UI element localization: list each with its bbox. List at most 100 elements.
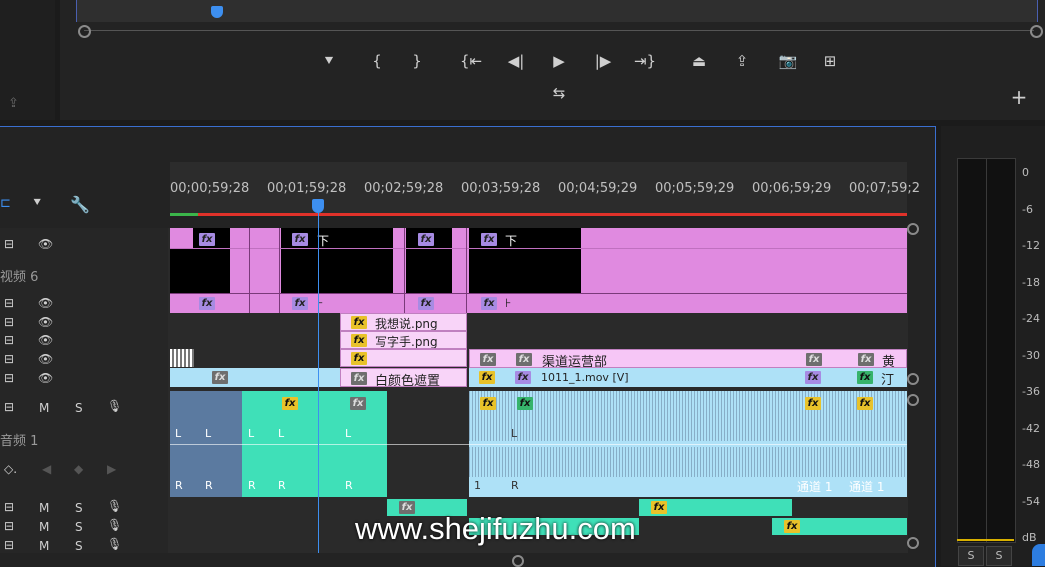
- microphone-icon[interactable]: 🎙: [107, 537, 122, 551]
- scroll-handle[interactable]: [907, 537, 919, 549]
- mark-in-button[interactable]: {: [366, 50, 388, 72]
- snap-icon[interactable]: ⊏: [0, 196, 11, 211]
- mute-button[interactable]: M: [39, 539, 49, 553]
- toggle-sync-a1[interactable]: ⊟: [4, 400, 14, 414]
- fx-badge[interactable]: fx: [350, 397, 366, 410]
- export-frame-button[interactable]: 📷: [777, 50, 799, 72]
- keyframe-toggle-icon[interactable]: ◇.: [4, 462, 17, 476]
- meter-scale-label: -36: [1022, 385, 1040, 398]
- add-button[interactable]: +: [1008, 85, 1030, 109]
- toggle-sync-a3[interactable]: ⊟: [4, 519, 14, 533]
- microphone-icon[interactable]: 🎙: [107, 499, 122, 513]
- channel-label-one: 1: [474, 479, 481, 492]
- fx-badge[interactable]: fx: [481, 297, 497, 310]
- play-button[interactable]: ▶: [548, 50, 570, 72]
- toggle-sync-v3[interactable]: ⊟: [4, 333, 14, 347]
- marker-icon: ⯆: [322, 52, 335, 70]
- fx-badge[interactable]: fx: [857, 397, 873, 410]
- mute-button[interactable]: M: [39, 520, 49, 534]
- v2-graphic-clip[interactable]: fx: [340, 349, 467, 367]
- add-marker-button[interactable]: ⯆: [318, 50, 340, 72]
- scroll-handle-left[interactable]: [78, 25, 91, 38]
- fx-badge[interactable]: fx: [292, 297, 308, 310]
- mask-clip[interactable]: fx 白颜色遮置: [340, 368, 467, 387]
- eye-icon[interactable]: 👁: [38, 237, 53, 251]
- mark-out-button[interactable]: }: [406, 50, 428, 72]
- v1-clips-left[interactable]: fx: [170, 368, 340, 387]
- toggle-sync-v4[interactable]: ⊟: [4, 315, 14, 329]
- mute-button[interactable]: M: [39, 501, 49, 515]
- eye-icon[interactable]: 👁: [38, 296, 53, 310]
- playhead-line[interactable]: [318, 213, 319, 553]
- toggle-sync-v2[interactable]: ⊟: [4, 352, 14, 366]
- scroll-handle[interactable]: [907, 373, 919, 385]
- audio-clip-a2b[interactable]: fx: [639, 499, 792, 516]
- fx-badge: fx: [516, 353, 532, 366]
- mov-clip[interactable]: fx fx 1011_1.mov [V] fx fx 汀: [469, 368, 907, 387]
- fx-badge[interactable]: fx: [418, 297, 434, 310]
- prev-keyframe-icon[interactable]: ◀: [42, 462, 51, 476]
- fx-badge[interactable]: fx: [418, 233, 434, 246]
- eye-icon[interactable]: 👁: [38, 352, 53, 366]
- toggle-sync-a4[interactable]: ⊟: [4, 538, 14, 552]
- png-clip-2[interactable]: fx 写字手.png: [340, 331, 467, 349]
- toggle-sync-v1[interactable]: ⊟: [4, 371, 14, 385]
- channel-label-r: R: [248, 479, 256, 492]
- lift-button[interactable]: ⏏: [688, 50, 710, 72]
- microphone-icon[interactable]: 🎙: [107, 399, 122, 413]
- channel-label-l: L: [278, 427, 285, 440]
- mute-button[interactable]: M: [39, 401, 49, 415]
- eye-icon[interactable]: 👁: [38, 333, 53, 347]
- solo-button[interactable]: S: [75, 539, 83, 553]
- extract-button[interactable]: ⇪: [731, 50, 753, 72]
- time-label: 00;04;59;29: [558, 181, 638, 196]
- fx-badge[interactable]: fx: [199, 297, 215, 310]
- toggle-sync-a2[interactable]: ⊟: [4, 500, 14, 514]
- fx-badge[interactable]: fx: [199, 233, 215, 246]
- fx-badge[interactable]: fx: [292, 233, 308, 246]
- audio-clip-a3b[interactable]: fx: [772, 518, 907, 535]
- step-forward-button[interactable]: |▶: [592, 50, 614, 72]
- channel-label-l: L: [248, 427, 255, 440]
- scroll-handle[interactable]: [907, 223, 919, 235]
- export-icon[interactable]: ⇪: [8, 96, 26, 111]
- horizontal-scroll-handle[interactable]: [512, 555, 524, 567]
- png-clip-1[interactable]: fx 我想说.png: [340, 313, 467, 331]
- fx-badge: fx: [806, 353, 822, 366]
- channel-clip[interactable]: fx fx 渠道运营部 fx fx 黄: [469, 349, 907, 368]
- insert-button[interactable]: ⊞: [819, 50, 841, 72]
- add-keyframe-icon[interactable]: ◆: [74, 462, 83, 476]
- work-area-start: [170, 213, 198, 216]
- wrench-icon[interactable]: 🔧: [70, 195, 90, 214]
- fx-badge[interactable]: fx: [282, 397, 298, 410]
- fx-badge[interactable]: fx: [480, 397, 496, 410]
- eye-icon[interactable]: 👁: [38, 315, 53, 329]
- eye-icon[interactable]: 👁: [38, 371, 53, 385]
- go-to-out-button[interactable]: ⇥}: [634, 50, 656, 72]
- fx-badge[interactable]: fx: [517, 397, 533, 410]
- add-marker-icon[interactable]: ⯆: [32, 196, 42, 211]
- solo-button[interactable]: S: [75, 401, 83, 415]
- step-back-button[interactable]: ◀|: [505, 50, 527, 72]
- fx-badge[interactable]: fx: [481, 233, 497, 246]
- scroll-handle[interactable]: [907, 394, 919, 406]
- playhead-handle[interactable]: [312, 199, 324, 213]
- microphone-icon[interactable]: 🎙: [107, 518, 122, 532]
- go-to-in-button[interactable]: {⇤: [460, 50, 482, 72]
- program-scrollbar[interactable]: [84, 30, 1034, 31]
- fx-badge: fx: [805, 371, 821, 384]
- program-playhead-marker[interactable]: [211, 6, 223, 18]
- meter-solo-right[interactable]: S: [986, 546, 1012, 566]
- toggle-sync-v7[interactable]: ⊟: [4, 237, 14, 251]
- solo-button[interactable]: S: [75, 520, 83, 534]
- meter-solo-left[interactable]: S: [958, 546, 984, 566]
- fx-badge[interactable]: fx: [805, 397, 821, 410]
- next-keyframe-icon[interactable]: ▶: [107, 462, 116, 476]
- solo-button[interactable]: S: [75, 501, 83, 515]
- mark-in-icon: {: [372, 52, 382, 70]
- comparison-view-button[interactable]: ⇆: [548, 82, 570, 104]
- work-area-bar[interactable]: [170, 213, 907, 216]
- compare-icon: ⇆: [552, 84, 566, 102]
- toggle-sync-v5[interactable]: ⊟: [4, 296, 14, 310]
- scroll-handle-right[interactable]: [1030, 25, 1043, 38]
